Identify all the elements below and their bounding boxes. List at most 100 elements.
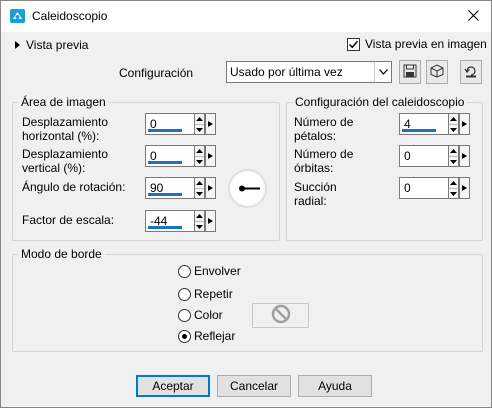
dialog-window: Caleidoscopio Vista previa Vista previa … [0, 0, 492, 408]
petals-updown[interactable] [448, 113, 459, 135]
ok-button[interactable]: Aceptar [136, 375, 210, 397]
orbits-updown[interactable] [448, 145, 459, 167]
field-underline [148, 226, 182, 229]
config-label: Configuración [119, 66, 194, 80]
scale-updown[interactable] [194, 210, 205, 232]
help-button[interactable]: Ayuda [298, 375, 372, 397]
save-preset-icon [403, 64, 417, 81]
dropdown-arrow-icon[interactable] [205, 113, 216, 135]
scale-label: Factor de escala: [22, 213, 115, 227]
rotation-updown[interactable] [194, 177, 205, 199]
config-select-value: Usado por última vez [230, 65, 343, 79]
ok-button-label: Aceptar [152, 379, 194, 393]
dropdown-arrow-icon[interactable] [459, 145, 470, 167]
close-icon [468, 9, 479, 24]
close-button[interactable] [456, 1, 491, 32]
reset-button[interactable] [460, 60, 482, 84]
horiz-offset-label-line1: Desplazamiento [22, 115, 109, 129]
kaleido-config-legend: Configuración del caleidoscopio [292, 95, 468, 109]
no-symbol-icon [271, 304, 291, 327]
horiz-offset-input[interactable]: 0 [145, 113, 195, 135]
petals-label-line1: Número de [294, 115, 354, 129]
image-preview-label: Vista previa en imagen [365, 37, 487, 51]
radio-repetir[interactable]: Repetir [178, 287, 233, 301]
edge-mode-group [12, 254, 483, 352]
down-arrow-icon[interactable] [195, 156, 204, 166]
horiz-offset-spinner[interactable]: 0 [145, 113, 217, 135]
cancel-button-label: Cancelar [229, 379, 279, 393]
save-preset-button[interactable] [399, 60, 421, 84]
up-arrow-icon[interactable] [449, 114, 458, 124]
suction-label-line2: radial: [294, 194, 327, 208]
radio-reflejar[interactable]: Reflejar [178, 329, 235, 343]
field-underline [148, 129, 182, 132]
up-arrow-icon[interactable] [195, 146, 204, 156]
orbits-value: 0 [404, 149, 411, 163]
scale-input[interactable]: -44 [145, 210, 195, 232]
radio-envolver-label: Envolver [194, 264, 241, 278]
rotation-spinner[interactable]: 90 [145, 177, 217, 199]
field-underline [148, 161, 182, 164]
down-arrow-icon[interactable] [449, 156, 458, 166]
radio-envolver[interactable]: Envolver [178, 264, 241, 278]
up-arrow-icon[interactable] [195, 114, 204, 124]
reset-icon [464, 64, 478, 81]
horiz-offset-label-line2: horizontal (%): [22, 129, 100, 143]
cancel-button[interactable]: Cancelar [217, 375, 291, 397]
config-select[interactable]: Usado por última vez [226, 61, 392, 83]
dropdown-arrow-icon[interactable] [459, 177, 470, 199]
preview-toggle-label: Vista previa [26, 38, 89, 52]
radio-circle [178, 264, 191, 278]
dropdown-arrow-icon[interactable] [459, 113, 470, 135]
horiz-offset-updown[interactable] [194, 113, 205, 135]
title-bar: Caleidoscopio [1, 1, 491, 32]
down-arrow-icon[interactable] [195, 221, 204, 231]
image-preview-checkbox[interactable]: Vista previa en imagen [347, 37, 487, 51]
radio-circle-selected [178, 329, 191, 343]
up-arrow-icon[interactable] [195, 178, 204, 188]
window-title: Caleidoscopio [32, 9, 108, 23]
orbits-label-line1: Número de [294, 147, 354, 161]
edge-mode-legend: Modo de borde [18, 247, 105, 261]
down-arrow-icon[interactable] [449, 188, 458, 198]
suction-updown[interactable] [448, 177, 459, 199]
petals-input[interactable]: 4 [399, 113, 449, 135]
preset-cube-button[interactable] [426, 60, 448, 84]
down-arrow-icon[interactable] [195, 188, 204, 198]
rotation-input[interactable]: 90 [145, 177, 195, 199]
radio-repetir-label: Repetir [194, 287, 233, 301]
radio-circle [178, 287, 191, 301]
dropdown-arrow-icon[interactable] [205, 210, 216, 232]
dropdown-arrow-icon[interactable] [205, 145, 216, 167]
up-arrow-icon[interactable] [195, 211, 204, 221]
suction-spinner[interactable]: 0 [399, 177, 471, 199]
edge-color-swatch[interactable] [252, 303, 309, 328]
kaleidoscope-app-icon [10, 9, 25, 23]
petals-spinner[interactable]: 4 [399, 113, 471, 135]
vert-offset-label-line1: Desplazamiento [22, 147, 109, 161]
vert-offset-updown[interactable] [194, 145, 205, 167]
checkmark-icon [347, 37, 360, 51]
down-arrow-icon[interactable] [195, 124, 204, 134]
rotation-dial[interactable] [228, 169, 267, 208]
vert-offset-input[interactable]: 0 [145, 145, 195, 167]
rotation-label: Ángulo de rotación: [22, 180, 126, 194]
up-arrow-icon[interactable] [449, 146, 458, 156]
field-underline [148, 193, 182, 196]
vert-offset-spinner[interactable]: 0 [145, 145, 217, 167]
image-area-legend: Área de imagen [18, 95, 109, 109]
suction-label-line1: Succión [294, 180, 337, 194]
orbits-label-line2: órbitas: [294, 161, 334, 175]
dropdown-arrow-icon[interactable] [205, 177, 216, 199]
orbits-spinner[interactable]: 0 [399, 145, 471, 167]
orbits-input[interactable]: 0 [399, 145, 449, 167]
radio-color[interactable]: Color [178, 308, 223, 322]
scale-spinner[interactable]: -44 [145, 210, 217, 232]
petals-label-line2: pétalos: [294, 129, 337, 143]
radio-circle [178, 308, 191, 322]
preview-toggle[interactable]: Vista previa [15, 37, 88, 53]
up-arrow-icon[interactable] [449, 178, 458, 188]
suction-input[interactable]: 0 [399, 177, 449, 199]
suction-value: 0 [404, 181, 411, 195]
down-arrow-icon[interactable] [449, 124, 458, 134]
